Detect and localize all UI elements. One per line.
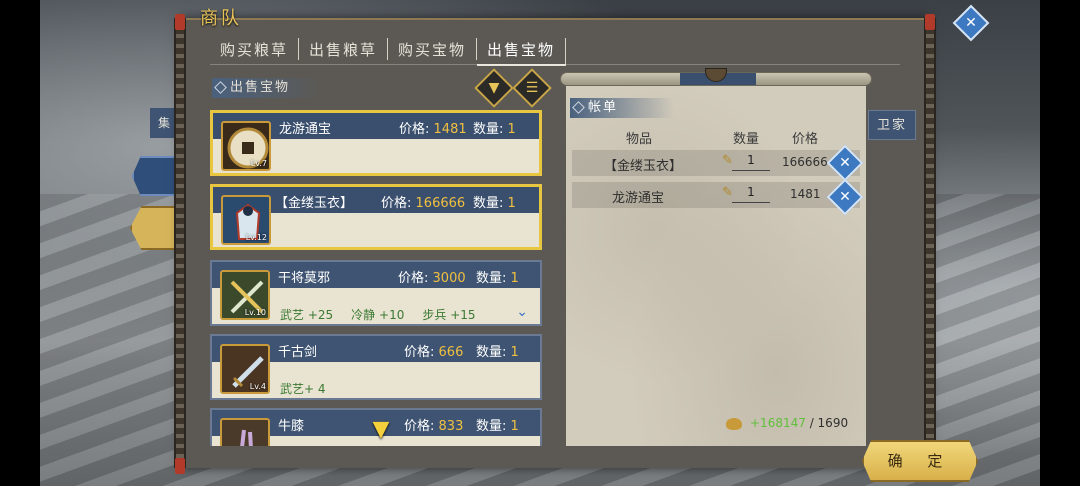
- treasure-list[interactable]: 龙游通宝 价格: 1481 数量: 1 Lv.7 【金缕玉衣】 价格: 1666…: [210, 110, 542, 446]
- money-readout: +168147 / 1690: [726, 416, 848, 430]
- item-price: 666: [438, 345, 464, 360]
- close-icon: ✕: [839, 155, 851, 171]
- panel-rope-right: [924, 18, 936, 468]
- item-qty: 1: [507, 196, 516, 211]
- sell-section-text: 出售宝物: [230, 80, 291, 95]
- item-qty: 1: [510, 271, 519, 286]
- ledger-item-price: 166666: [782, 155, 828, 169]
- tab-sell-grain[interactable]: 出售粮草: [299, 38, 389, 60]
- close-icon: ✕: [839, 189, 851, 205]
- sword-icon: Lv.4: [220, 344, 270, 394]
- ledger-col-item: 物品: [626, 132, 653, 147]
- window-title: 商队: [200, 8, 242, 29]
- ledger-col-price: 价格: [792, 132, 819, 147]
- money-cap: 1690: [817, 416, 849, 430]
- tab-buy-treasure[interactable]: 购买宝物: [388, 38, 478, 60]
- side-menu-button[interactable]: [132, 156, 176, 196]
- ledger-item-name: 龙游通宝: [612, 191, 665, 206]
- item-price: 833: [438, 419, 464, 434]
- letterbox-right: [1040, 0, 1080, 486]
- item-name: 牛膝: [278, 419, 305, 434]
- price-label: 价格: 166666: [381, 196, 466, 211]
- letterbox-left: [0, 0, 40, 486]
- ledger-label-text: 帐单: [588, 100, 619, 115]
- tab-sell-treasure[interactable]: 出售宝物: [477, 38, 567, 66]
- twin-swords-icon: Lv.10: [220, 270, 270, 320]
- tab-buy-grain[interactable]: 购买粮草: [210, 38, 300, 60]
- tab-divider: [210, 64, 900, 65]
- qty-label: 数量: 1: [476, 345, 519, 360]
- item-price: 1481: [433, 122, 467, 137]
- ledger-row: 【金缕玉衣】 ✎ 1 166666: [572, 150, 860, 176]
- item-stats: 武艺+ 4: [280, 380, 326, 397]
- list-item[interactable]: 千古剑 价格: 666 数量: 1 Lv.4 武艺+ 4: [210, 334, 542, 400]
- qty-label: 数量: 1: [473, 122, 516, 137]
- price-label: 价格: 666: [404, 345, 464, 360]
- item-stats: 武艺 +25 冷静 +10 步兵 +15: [280, 306, 476, 323]
- item-name: 千古剑: [278, 345, 318, 360]
- ledger-qty-input[interactable]: 1: [732, 153, 770, 171]
- item-qty: 1: [507, 122, 516, 137]
- money-pouch-icon: [726, 417, 742, 430]
- coin-icon: Lv.7: [221, 121, 271, 171]
- money-total: +168147: [750, 416, 806, 430]
- panel-rope-left: [174, 18, 186, 468]
- list-item[interactable]: 【金缕玉衣】 价格: 166666 数量: 1 Lv.12: [210, 184, 542, 250]
- tab-bar: 购买粮草 出售粮草 购买宝物 出售宝物: [210, 34, 567, 66]
- stat: 武艺+ 4: [280, 382, 326, 396]
- side-tab-guard[interactable]: 卫家: [868, 110, 916, 140]
- ledger-row: 龙游通宝 ✎ 1 1481: [572, 182, 860, 208]
- list-item[interactable]: 干将莫邪 价格: 3000 数量: 1 Lv.10 武艺 +25 冷静 +10 …: [210, 260, 542, 326]
- rope-cap: [175, 14, 185, 30]
- ledger-qty-input[interactable]: 1: [732, 185, 770, 203]
- price-label: 价格: 833: [404, 419, 464, 434]
- ledger-item-name: 【金缕玉衣】: [604, 159, 683, 174]
- herb-icon: [220, 418, 270, 446]
- confirm-button[interactable]: 确 定: [862, 440, 978, 482]
- filter-icon: ▼: [488, 80, 500, 96]
- qty-label: 数量: 1: [473, 196, 516, 211]
- price-label: 价格: 1481: [399, 122, 467, 137]
- ledger-item-price: 1481: [790, 187, 821, 201]
- ledger-label: 帐单: [570, 98, 674, 118]
- price-label: 价格: 3000: [398, 271, 466, 286]
- sell-section-label: 出售宝物: [212, 78, 322, 98]
- item-name: 龙游通宝: [279, 122, 332, 137]
- stat: 冷静 +10: [351, 308, 405, 322]
- ledger-scroll: [566, 86, 866, 446]
- stat: 武艺 +25: [280, 308, 334, 322]
- diamond-icon: [214, 81, 227, 94]
- stat: 步兵 +15: [422, 308, 476, 322]
- list-icon: ☰: [525, 80, 539, 96]
- scroll-down-icon[interactable]: ▼: [364, 419, 398, 441]
- item-qty: 1: [510, 345, 519, 360]
- qty-label: 数量: 1: [476, 419, 519, 434]
- item-price: 3000: [432, 271, 466, 286]
- item-price: 166666: [415, 196, 466, 211]
- item-name: 【金缕玉衣】: [275, 196, 354, 211]
- ledger-col-qty: 数量: [733, 132, 760, 147]
- close-icon: ✕: [965, 15, 977, 31]
- jade-armor-icon: Lv.12: [221, 195, 271, 245]
- item-qty: 1: [510, 419, 519, 434]
- rope-cap: [175, 458, 185, 474]
- item-name: 干将莫邪: [278, 271, 331, 286]
- diamond-icon: [572, 101, 585, 114]
- chevron-down-icon[interactable]: ⌄: [516, 304, 528, 320]
- list-item[interactable]: 龙游通宝 价格: 1481 数量: 1 Lv.7: [210, 110, 542, 176]
- qty-label: 数量: 1: [476, 271, 519, 286]
- rope-cap: [925, 14, 935, 30]
